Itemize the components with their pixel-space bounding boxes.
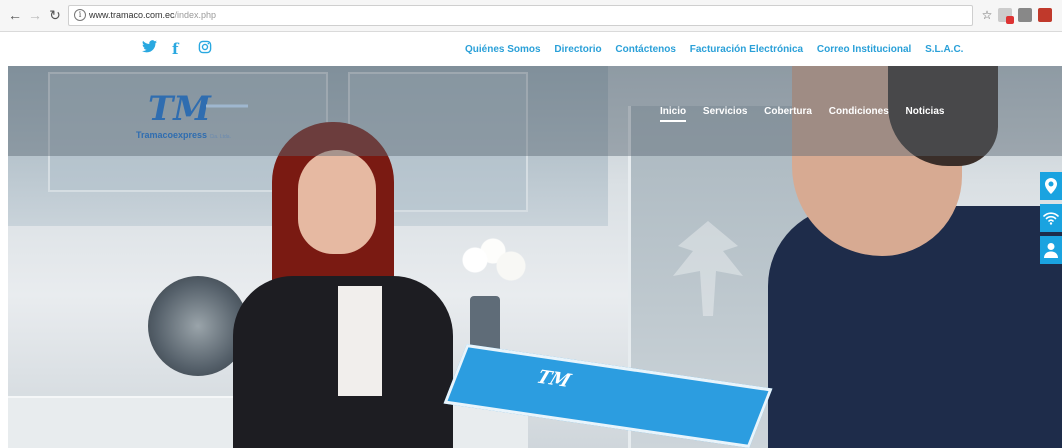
extension-square-icon[interactable] — [1018, 8, 1032, 22]
main-nav-condiciones[interactable]: Condiciones — [829, 106, 889, 117]
extension-pdf-icon[interactable] — [1038, 8, 1052, 22]
top-nav: Quiénes Somos Directorio Contáctenos Fac… — [465, 44, 974, 55]
forward-arrow-icon[interactable]: → — [26, 6, 44, 24]
twitter-icon[interactable] — [142, 40, 157, 58]
top-nav-quienes-somos[interactable]: Quiénes Somos — [465, 44, 541, 55]
browser-toolbar: ← → ↻ i www.tramaco.com.ec/index.php ☆ — [0, 0, 1062, 32]
extension-flag-icon[interactable] — [998, 8, 1014, 24]
top-nav-directorio[interactable]: Directorio — [554, 44, 601, 55]
user-icon[interactable] — [1040, 236, 1062, 264]
site-top-header: f Quiénes Somos Directorio Contáctenos F… — [0, 32, 1062, 66]
logo-wordmark: Tramacoexpress — [136, 130, 208, 140]
top-nav-facturacion[interactable]: Facturación Electrónica — [690, 44, 803, 55]
main-nav-servicios[interactable]: Servicios — [703, 106, 747, 117]
wifi-icon[interactable] — [1040, 204, 1062, 232]
back-arrow-icon[interactable]: ← — [6, 6, 24, 24]
url-host: www.tramaco.com.ec — [89, 10, 175, 20]
logo-monogram-icon: TM — [148, 89, 248, 129]
logo-subtext: Cia. Ltda. — [209, 134, 231, 140]
main-nav-cobertura[interactable]: Cobertura — [764, 106, 812, 117]
address-bar[interactable]: i www.tramaco.com.ec/index.php — [68, 5, 973, 26]
top-nav-slac[interactable]: S.L.A.C. — [925, 44, 963, 55]
top-nav-correo[interactable]: Correo Institucional — [817, 44, 911, 55]
url-path: /index.php — [174, 10, 217, 20]
site-info-icon[interactable]: i — [74, 9, 86, 21]
white-flowers — [448, 236, 538, 296]
logo-monogram: TM — [148, 89, 212, 129]
box-logo: TM — [533, 366, 574, 392]
woman-face — [298, 150, 376, 254]
main-nav: Inicio Servicios Cobertura Condiciones N… — [660, 106, 958, 117]
main-nav-noticias[interactable]: Noticias — [906, 106, 945, 117]
woman-shirt — [338, 286, 382, 396]
facebook-icon[interactable]: f — [172, 40, 178, 58]
reload-icon[interactable]: ↻ — [46, 6, 64, 24]
map-pin-icon[interactable] — [1040, 172, 1062, 200]
eagle-emblem — [673, 221, 743, 316]
instagram-icon[interactable] — [198, 40, 212, 59]
tramaco-logo[interactable]: TM Tramacoexpress Cia. Ltda. — [136, 86, 266, 146]
main-nav-inicio[interactable]: Inicio — [660, 106, 686, 117]
top-nav-contactenos[interactable]: Contáctenos — [615, 44, 676, 55]
hero-banner: TM TM Tramacoexpress Cia. Ltda. Inicio S… — [8, 66, 1062, 448]
logo-text: Tramacoexpress Cia. Ltda. — [136, 130, 231, 140]
bookmark-star-icon[interactable]: ☆ — [978, 6, 996, 24]
